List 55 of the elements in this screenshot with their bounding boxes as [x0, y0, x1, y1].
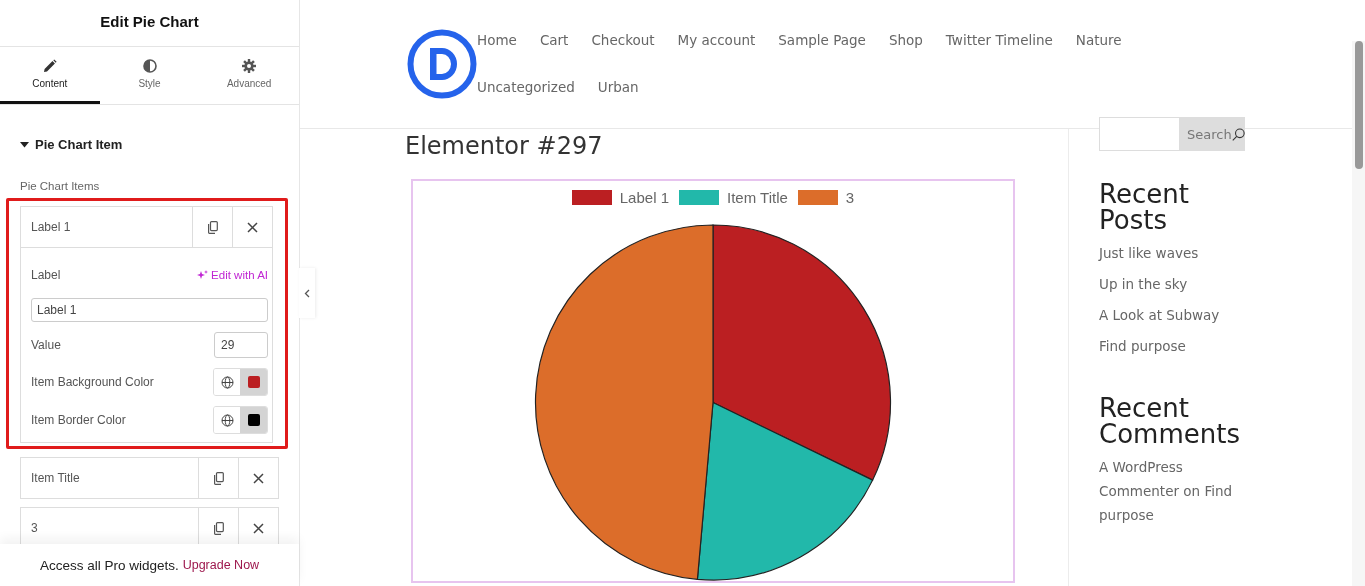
contrast-icon [142, 59, 157, 73]
close-icon [247, 221, 258, 233]
collapse-handle[interactable] [299, 268, 315, 318]
widget-link[interactable]: A WordPress Commenter on Find purpose [1099, 455, 1249, 527]
color-swatch[interactable] [240, 407, 267, 433]
widget-link[interactable]: Find purpose [1099, 334, 1249, 358]
promo-text: Access all Pro widgets. [39, 557, 179, 573]
search-field[interactable] [1099, 117, 1179, 151]
widget-link[interactable]: Just like waves [1099, 241, 1249, 265]
search-icon [1231, 125, 1245, 143]
nav-link[interactable]: Home [477, 30, 517, 51]
field-caption: Pie Chart Items [19, 179, 101, 194]
field-caption: Item Background Color [31, 375, 154, 389]
upgrade-link[interactable]: Upgrade Now [182, 558, 260, 572]
nav-link[interactable]: Nature [1075, 30, 1122, 51]
widget-title: Recent Posts [1099, 181, 1190, 233]
nav-link[interactable]: Twitter Timeline [945, 30, 1053, 51]
nav-link[interactable]: Urban [597, 77, 639, 98]
field-caption: Label [31, 268, 61, 282]
sparkle-icon [197, 270, 209, 280]
chevron-left-icon [304, 288, 310, 298]
widget-title: Recent Comments [1099, 395, 1241, 447]
value-input[interactable]: 29 [214, 332, 268, 358]
item-title[interactable]: Label 1 [21, 207, 192, 247]
legend-label: Item Title [727, 189, 788, 206]
search-button[interactable]: Search [1179, 117, 1245, 151]
label-input[interactable]: Label 1 [31, 298, 268, 322]
pencil-icon [42, 59, 57, 73]
nav-link[interactable]: My account [677, 30, 756, 51]
nav-link[interactable]: Sample Page [778, 30, 866, 51]
copy-icon [213, 521, 224, 535]
page-title: Elementor #297 [405, 131, 604, 162]
close-icon [253, 522, 264, 534]
color-swatch[interactable] [240, 369, 267, 395]
nav-link[interactable]: Uncategorized [477, 77, 575, 98]
settings-icon [242, 59, 257, 73]
field-caption: Item Border Color [31, 413, 126, 427]
copy-icon [207, 220, 218, 234]
item-title[interactable]: 3 [21, 508, 198, 548]
caret-icon [20, 141, 29, 148]
copy-icon [213, 471, 224, 485]
field-caption: Value [31, 338, 61, 352]
nav-link[interactable]: Shop [888, 30, 923, 51]
edit-with-ai-link[interactable]: Edit with AI [197, 269, 268, 281]
item-title[interactable]: Item Title [21, 458, 198, 498]
close-icon [253, 472, 264, 484]
legend-label: 3 [845, 189, 855, 206]
logo-icon[interactable] [407, 29, 477, 99]
legend-label: Label 1 [619, 189, 669, 206]
widget-link[interactable]: A Look at Subway [1099, 303, 1249, 327]
widget-link[interactable]: Up in the sky [1099, 272, 1249, 296]
nav-link[interactable]: Checkout [591, 30, 655, 51]
nav-link[interactable]: Cart [539, 30, 569, 51]
section-toggle[interactable]: Pie Chart Item [0, 105, 299, 152]
scrollbar[interactable] [1352, 41, 1365, 586]
